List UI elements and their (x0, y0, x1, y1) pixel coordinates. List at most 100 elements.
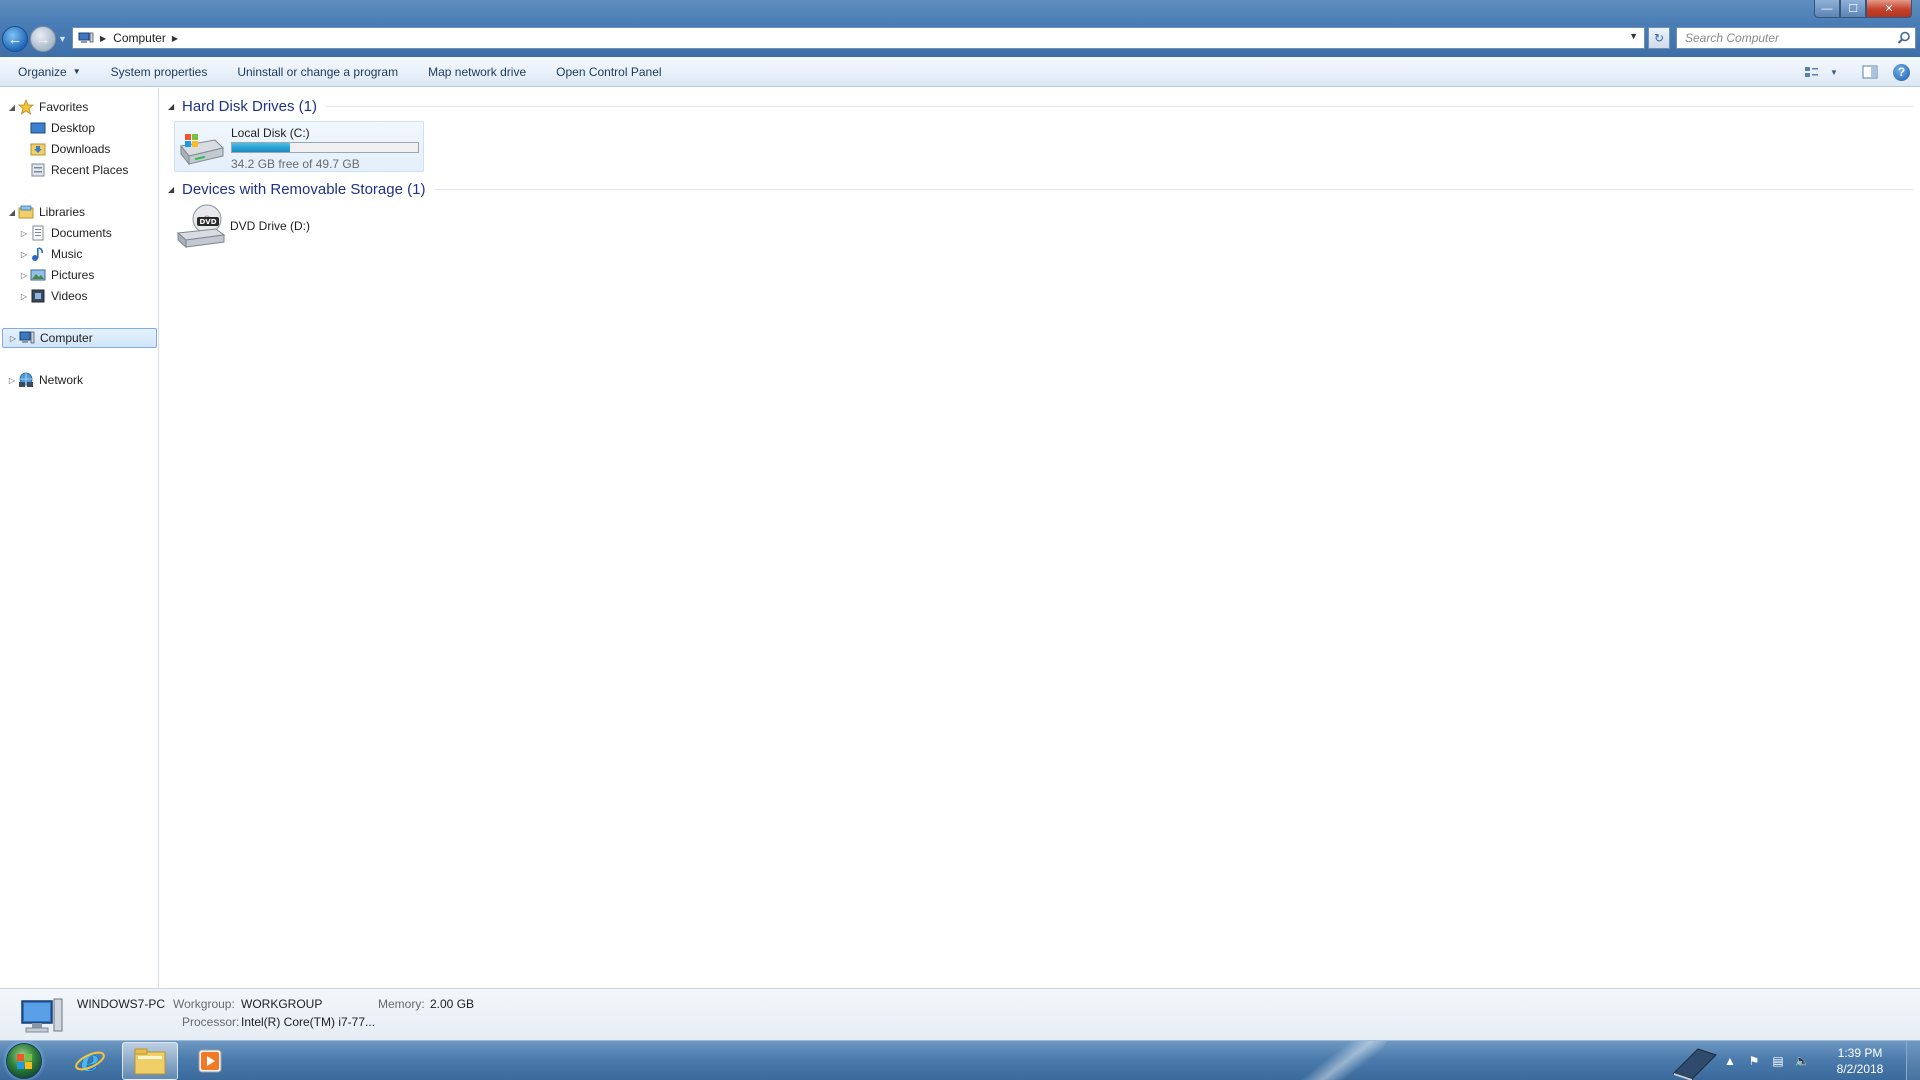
preview-pane-button[interactable] (1855, 57, 1885, 87)
taskbar-media-player[interactable] (182, 1042, 238, 1080)
nav-item-libraries[interactable]: ◢ Libraries (6, 202, 85, 222)
details-pane: WINDOWS7-PC Workgroup: WORKGROUP Memory:… (0, 988, 1920, 1040)
workgroup-value: WORKGROUP (241, 997, 323, 1011)
internet-explorer-icon: e (75, 1045, 105, 1077)
clock[interactable]: 1:39 PM 8/2/2018 (1814, 1045, 1906, 1077)
maximize-button[interactable]: ☐ (1840, 0, 1866, 18)
navigation-pane: ◢ Favorites Desktop Downloads Recent Pla… (0, 88, 159, 988)
collapse-triangle-icon[interactable]: ◢ (6, 103, 18, 112)
recent-pages-dropdown[interactable]: ▼ (58, 34, 67, 44)
system-tray: ▲ ⚑ ▤ 🔈 1:39 PM 8/2/2018 (1718, 1041, 1920, 1080)
drive-free-space: 34.2 GB free of 49.7 GB (231, 157, 360, 171)
view-options-icon (1805, 67, 1818, 77)
nav-label: Libraries (39, 205, 86, 219)
workgroup-label: Workgroup: (173, 997, 235, 1011)
clock-date: 8/2/2018 (1836, 1062, 1884, 1076)
chevron-down-icon: ▼ (72, 67, 81, 76)
computer-large-icon (21, 998, 63, 1033)
nav-label: Network (39, 373, 84, 387)
folder-icon (134, 1048, 166, 1075)
network-status-icon[interactable]: ▤ (1766, 1054, 1790, 1068)
view-dropdown-icon[interactable]: ▼ (1827, 57, 1841, 87)
open-control-panel-button[interactable]: Open Control Panel (541, 57, 676, 87)
breadcrumb-separator-icon[interactable]: ▶ (100, 34, 106, 43)
nav-item-recent-places[interactable]: Recent Places (30, 160, 128, 180)
expand-triangle-icon[interactable]: ▷ (18, 271, 30, 280)
book-icon[interactable] (1668, 1043, 1720, 1080)
collapse-triangle-icon[interactable]: ◢ (168, 185, 182, 194)
volume-icon[interactable]: 🔈 (1790, 1054, 1814, 1068)
search-icon[interactable] (1897, 31, 1911, 45)
collapse-triangle-icon[interactable]: ◢ (6, 208, 18, 217)
svg-text:e: e (80, 1045, 99, 1077)
expand-triangle-icon[interactable]: ▷ (7, 334, 19, 343)
search-box[interactable] (1676, 27, 1916, 49)
address-dropdown-icon[interactable]: ▼ (1629, 31, 1638, 41)
breadcrumb-computer[interactable]: Computer (113, 31, 166, 45)
nav-item-pictures[interactable]: ▷ Pictures (18, 265, 94, 285)
svg-text:DVD: DVD (199, 218, 216, 226)
downloads-folder-icon (30, 143, 46, 156)
taskbar-windows-explorer[interactable] (122, 1042, 178, 1080)
organize-button[interactable]: Organize ▼ (0, 57, 96, 87)
clock-time: 1:39 PM (1837, 1046, 1883, 1060)
nav-label: Recent Places (51, 163, 129, 177)
nav-item-desktop[interactable]: Desktop (30, 118, 95, 138)
expand-triangle-icon[interactable]: ▷ (6, 376, 18, 385)
nav-label: Favorites (39, 100, 89, 114)
window-title-bar: — ☐ ✕ ← → ▼ ▶ Computer ▶ ▼ ↻ (0, 0, 1920, 57)
nav-item-network[interactable]: ▷ Network (6, 370, 83, 390)
start-button[interactable] (6, 1043, 42, 1079)
system-properties-button[interactable]: System properties (96, 57, 223, 87)
media-player-icon (198, 1049, 222, 1073)
close-button[interactable]: ✕ (1866, 0, 1912, 18)
back-button[interactable]: ← (2, 26, 28, 52)
help-icon[interactable]: ? (1893, 63, 1910, 81)
nav-label: Documents (51, 226, 112, 240)
nav-item-downloads[interactable]: Downloads (30, 139, 110, 159)
expand-triangle-icon[interactable]: ▷ (18, 229, 30, 238)
minimize-button[interactable]: — (1814, 0, 1840, 18)
forward-button[interactable]: → (30, 26, 56, 52)
nav-item-computer[interactable]: ▷ Computer (2, 328, 157, 348)
expand-triangle-icon[interactable]: ▷ (18, 250, 30, 259)
search-input[interactable] (1685, 31, 1885, 45)
nav-label: Music (51, 247, 83, 261)
nav-item-music[interactable]: ▷ Music (18, 244, 82, 264)
map-network-drive-button[interactable]: Map network drive (413, 57, 541, 87)
group-header-hard-disk[interactable]: ◢ Hard Disk Drives (1) (168, 96, 1913, 116)
toolbar-right-group: ▼ ? (1797, 57, 1920, 87)
taskbar-internet-explorer[interactable]: e (62, 1042, 118, 1080)
change-view-button[interactable] (1797, 57, 1827, 87)
windows-logo-icon (17, 1054, 32, 1069)
breadcrumb-separator-icon[interactable]: ▶ (172, 34, 178, 43)
command-bar: Organize ▼ System properties Uninstall o… (0, 57, 1920, 87)
show-hidden-icons-icon[interactable]: ▲ (1718, 1054, 1742, 1068)
computer-icon (78, 32, 94, 43)
drive-usage-fill (232, 143, 291, 152)
expand-triangle-icon[interactable]: ▷ (18, 292, 30, 301)
group-header-removable[interactable]: ◢ Devices with Removable Storage (1) (168, 179, 1913, 199)
processor-value: Intel(R) Core(TM) i7-77... (241, 1015, 376, 1029)
nav-item-favorites[interactable]: ◢ Favorites (6, 97, 88, 117)
music-note-icon (32, 247, 43, 261)
group-divider (326, 105, 1913, 107)
drive-tile-local-disk-c[interactable]: Local Disk (C:) 34.2 GB free of 49.7 GB (174, 121, 424, 172)
uninstall-program-button[interactable]: Uninstall or change a program (222, 57, 413, 87)
collapse-triangle-icon[interactable]: ◢ (168, 102, 182, 111)
nav-label: Pictures (51, 268, 95, 282)
drive-tile-dvd-drive-d[interactable]: DVD DVD Drive (D:) (174, 203, 374, 251)
hard-drive-icon (180, 134, 224, 166)
computer-icon (19, 331, 35, 344)
nav-item-documents[interactable]: ▷ Documents (18, 223, 112, 243)
address-bar[interactable]: ▶ Computer ▶ ▼ (72, 27, 1645, 49)
nav-item-videos[interactable]: ▷ Videos (18, 286, 88, 306)
memory-label: Memory: (378, 997, 425, 1011)
show-desktop-button[interactable] (1906, 1041, 1920, 1080)
nav-label: Videos (51, 289, 88, 303)
computer-name: WINDOWS7-PC (77, 997, 165, 1011)
network-icon (19, 372, 33, 387)
refresh-button[interactable]: ↻ (1648, 27, 1670, 49)
arrow-right-icon: → (35, 30, 51, 48)
action-center-flag-icon[interactable]: ⚑ (1742, 1054, 1766, 1068)
